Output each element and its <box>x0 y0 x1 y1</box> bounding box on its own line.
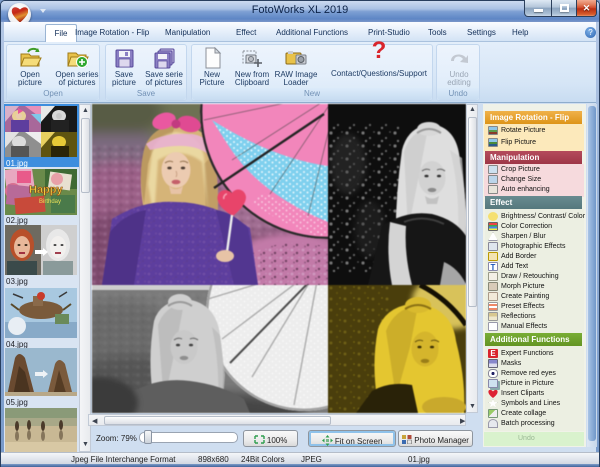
svg-text:Birthday: Birthday <box>39 199 61 205</box>
svg-text:Happy: Happy <box>29 184 64 196</box>
